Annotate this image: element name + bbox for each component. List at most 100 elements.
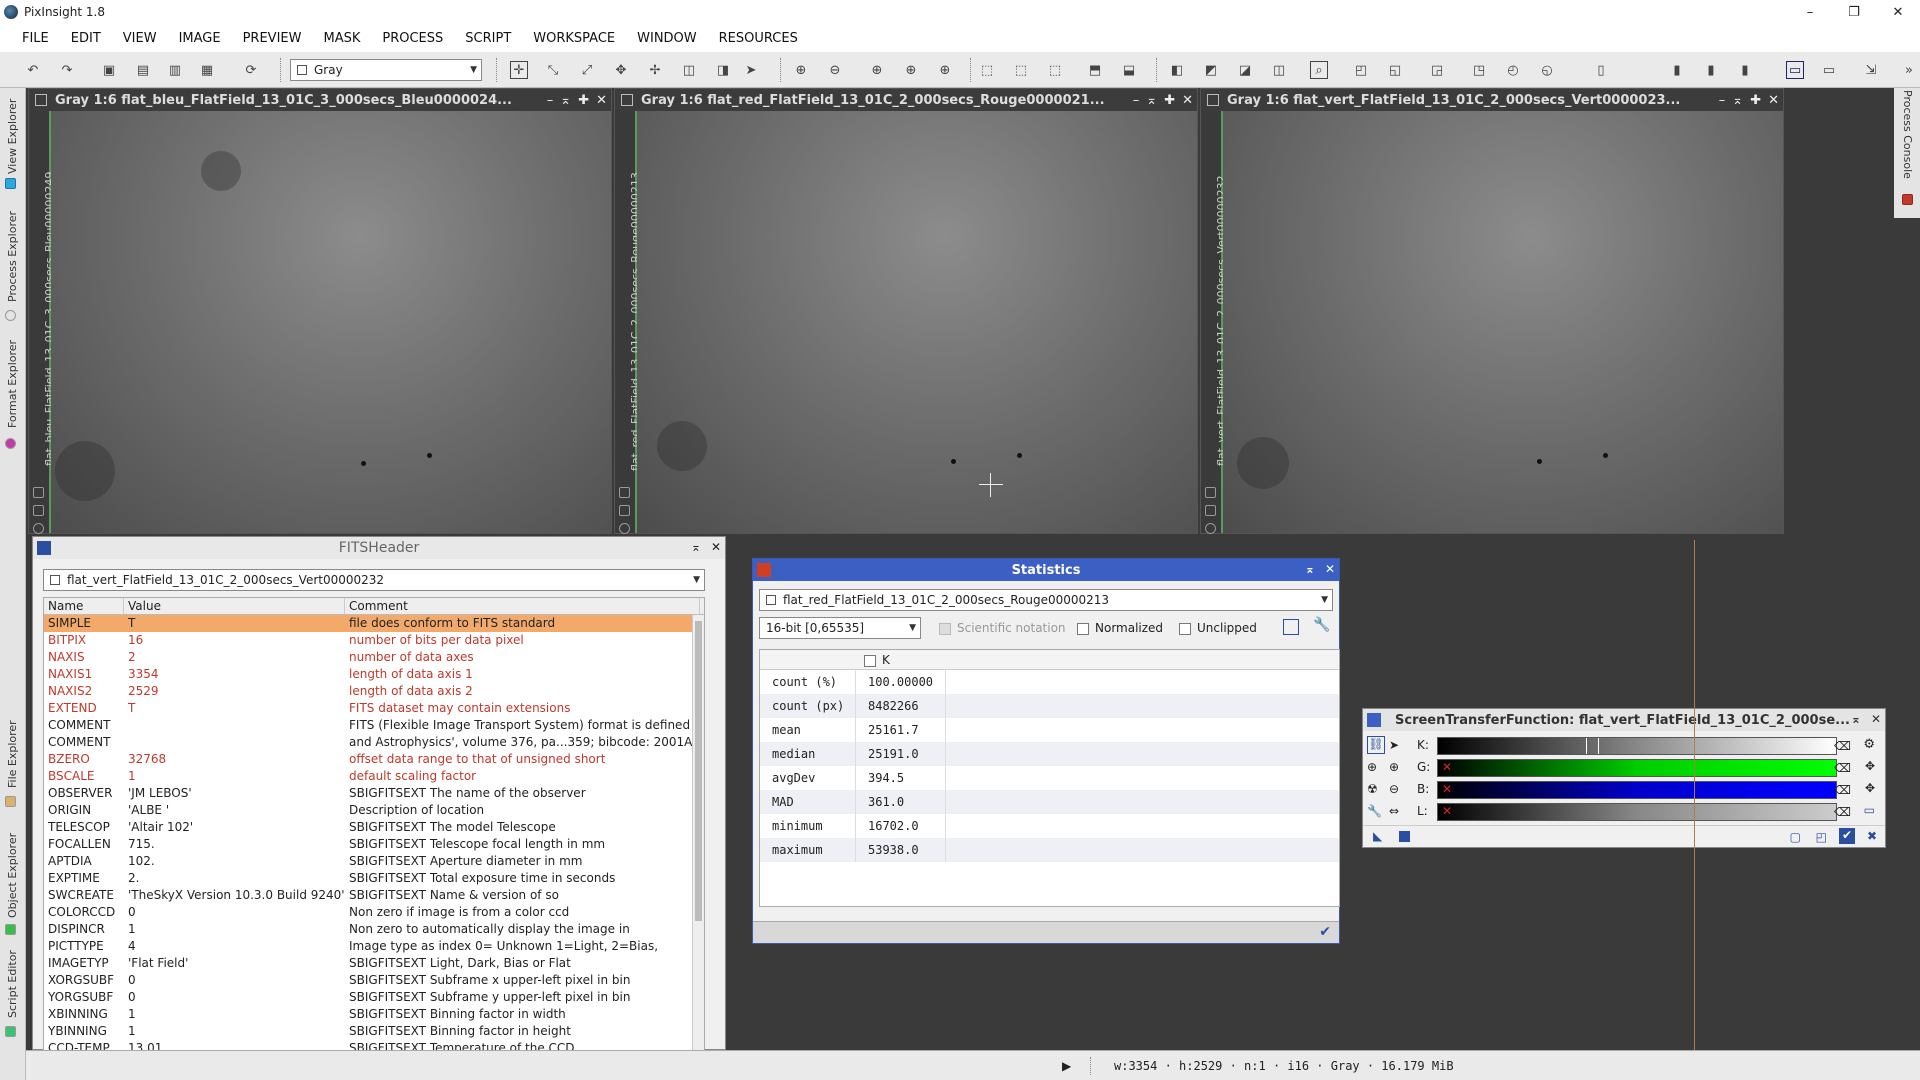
fits-row[interactable]: XORGSUBF 0 SBIGFITSEXT Subframe x upper-le… — [44, 972, 704, 989]
fits-view-selector[interactable]: flat_vert_FlatField_13_01C_2_000secs_Ver… — [43, 569, 705, 591]
panel-left-icon[interactable]: ▯ — [1592, 61, 1610, 79]
new-window-icon[interactable]: ▤ — [134, 61, 152, 79]
fits-row[interactable]: YBINNING 1 SBIGFITSEXT Binning factor in h… — [44, 1023, 704, 1040]
browse-doc-icon[interactable]: ▢ — [1790, 830, 1801, 844]
view-tool-icon-3[interactable] — [619, 523, 630, 534]
edit-pointer-icon[interactable]: ➤ — [1389, 738, 1407, 752]
auto-stretch-icon[interactable]: ☢ — [1367, 782, 1385, 796]
duplicate-icon[interactable]: ▣ — [100, 61, 118, 79]
copy-icon[interactable]: ▥ — [166, 61, 184, 79]
fits-row[interactable]: BZERO 32768 offset data range to that of u… — [44, 751, 704, 768]
fit-view-icon[interactable]: ⬒ — [1086, 61, 1104, 79]
menu-script[interactable]: SCRIPT — [454, 31, 522, 46]
image-window-bleu[interactable]: Gray 1:6 flat_bleu_FlatField_13_01C_3_00… — [28, 88, 612, 534]
panel-icon-3[interactable]: ▮ — [1702, 61, 1720, 79]
image-canvas[interactable] — [637, 111, 1197, 533]
apply-check-icon[interactable]: ✔ — [1319, 924, 1331, 940]
menu-window[interactable]: WINDOW — [626, 31, 708, 46]
fits-row[interactable]: EXPTIME 2. SBIGFITSEXT Total exposure time… — [44, 870, 704, 887]
tab-file-explorer[interactable]: File Explorer — [6, 720, 19, 788]
shade-button[interactable]: – — [547, 93, 554, 108]
select-all-icon[interactable]: ⬚ — [1012, 61, 1030, 79]
menu-mask[interactable]: MASK — [312, 31, 371, 46]
toolbar-overflow-icon[interactable]: » — [1900, 61, 1918, 79]
fits-row[interactable]: XBINNING 1 SBIGFITSEXT Binning factor in w… — [44, 1006, 704, 1023]
stf-slider-k[interactable] — [1437, 737, 1837, 755]
fits-row[interactable]: NAXIS 2 number of data axes — [44, 649, 704, 666]
real-time-icon[interactable]: ◰ — [1816, 830, 1827, 844]
fits-row[interactable]: BSCALE 1 default scaling factor — [44, 768, 704, 785]
pan-horizontal-icon[interactable]: ⇔ — [1389, 804, 1407, 818]
stf-titlebar[interactable]: ScreenTransferFunction: flat_vert_FlatFi… — [1363, 709, 1885, 731]
stf-shadows-handle[interactable] — [1586, 738, 1587, 754]
mask-new-icon[interactable]: ◧ — [1168, 61, 1186, 79]
maximize-view-button[interactable]: ✚ — [1164, 93, 1175, 108]
wrench-icon[interactable]: 🔧 — [1367, 804, 1385, 818]
view-tool-icon-1[interactable] — [33, 487, 44, 498]
stf-close-button[interactable]: ✕ — [1871, 712, 1881, 726]
scientific-notation-option[interactable]: Scientific notation — [939, 621, 1066, 635]
range-selector[interactable]: 16-bit [0,65535] ▼ — [759, 617, 921, 639]
iconize-button[interactable]: ⌅ — [560, 93, 571, 108]
zoom-out-icon[interactable]: ⊖ — [826, 61, 844, 79]
panel-icon-2[interactable]: ▮ — [1668, 61, 1686, 79]
column-value[interactable]: Value — [124, 598, 345, 614]
tab-object-explorer[interactable]: Object Explorer — [6, 833, 19, 918]
close-view-button[interactable]: ✕ — [1768, 93, 1779, 108]
normalized-option[interactable]: Normalized — [1077, 621, 1163, 635]
reset-g-icon[interactable]: ⌫ — [1834, 761, 1851, 775]
stf-midtones-handle[interactable] — [1598, 738, 1599, 754]
reset-k-icon[interactable]: ⌫ — [1834, 739, 1851, 753]
process-icon-1[interactable]: ◰ — [1352, 61, 1370, 79]
apply-global-icon[interactable] — [1399, 831, 1410, 842]
unclipped-checkbox[interactable] — [1179, 622, 1191, 635]
normalized-checkbox[interactable] — [1077, 622, 1089, 635]
column-name[interactable]: Name — [44, 598, 124, 614]
view-tool-icon-3[interactable] — [1205, 523, 1216, 534]
fits-row[interactable]: COMMENT FITS (Flexible Image Transport Sy… — [44, 717, 704, 734]
mask-remove-icon[interactable]: ◫ — [1270, 61, 1288, 79]
image-window-header[interactable]: Gray 1:6 flat_bleu_FlatField_13_01C_3_00… — [29, 89, 611, 111]
table-view-icon[interactable] — [1283, 619, 1299, 635]
channel-combo[interactable]: Gray ▼ — [290, 59, 482, 81]
zoom-to-fit-icon[interactable]: ⊕ — [936, 61, 954, 79]
menu-view[interactable]: VIEW — [112, 31, 168, 46]
mask-invert-icon[interactable]: ◪ — [1236, 61, 1254, 79]
process-icon-5[interactable]: ◴ — [1504, 61, 1522, 79]
maximize-view-button[interactable]: ✚ — [1750, 93, 1761, 108]
fits-row[interactable]: TELESCOP 'Altair 102' SBIGFITSEXT The mode… — [44, 819, 704, 836]
export-icon[interactable]: ⇲ — [1862, 61, 1880, 79]
statistics-view-selector[interactable]: flat_red_FlatField_13_01C_2_000secs_Roug… — [759, 589, 1333, 611]
refresh-icon[interactable]: ⟳ — [242, 61, 260, 79]
reset-all-icon[interactable]: ✖ — [1867, 829, 1877, 843]
stf-slider-l[interactable]: ✕ — [1437, 803, 1837, 821]
monitor-icon[interactable]: ▭ — [1864, 803, 1875, 817]
stf-slider-b[interactable]: ✕ — [1437, 781, 1837, 799]
select-preview-icon[interactable]: ⬚ — [978, 61, 996, 79]
menu-preview[interactable]: PREVIEW — [232, 31, 313, 46]
scientific-notation-checkbox[interactable] — [939, 622, 951, 635]
tab-process-console[interactable]: Process Console — [1901, 90, 1914, 179]
process-icon-3[interactable]: ◲ — [1428, 61, 1446, 79]
play-icon[interactable]: ▶ — [1062, 1059, 1071, 1073]
view-tool-icon-1[interactable] — [619, 487, 630, 498]
frame-icon[interactable]: ◨ — [714, 61, 732, 79]
redo-icon[interactable]: ↷ — [58, 61, 76, 79]
fits-row[interactable]: SIMPLE Tfile does conform to FITS standar… — [44, 615, 704, 632]
view-tool-icon-1[interactable] — [1205, 487, 1216, 498]
fits-keyword-table[interactable]: Name Value Comment SIMPLE Tfile does conf… — [43, 597, 705, 1075]
zoom-out-icon[interactable]: ⊖ — [1389, 782, 1407, 796]
swap-icon[interactable]: ▦ — [198, 61, 216, 79]
image-window-header[interactable]: Gray 1:6 flat_vert_FlatField_13_01C_2_00… — [1201, 89, 1783, 111]
pointer-icon[interactable]: ➤ — [742, 61, 760, 79]
menu-resources[interactable]: RESOURCES — [708, 31, 809, 46]
fits-row[interactable]: DISPINCR 1 Non zero to automatically displ… — [44, 921, 704, 938]
target-2-icon[interactable]: ✥ — [1865, 781, 1875, 795]
wrench-icon[interactable]: 🔧 — [1313, 617, 1330, 633]
zoom-fit-window-icon[interactable]: ⊕ — [902, 61, 920, 79]
zoom-in-icon[interactable]: ⊕ — [792, 61, 810, 79]
mask-show-icon[interactable]: ◩ — [1202, 61, 1220, 79]
fits-row[interactable]: APTDIA 102. SBIGFITSEXT Aperture diameter … — [44, 853, 704, 870]
monitor-icon[interactable]: ▭ — [1786, 61, 1804, 79]
tab-format-explorer[interactable]: Format Explorer — [6, 340, 19, 428]
